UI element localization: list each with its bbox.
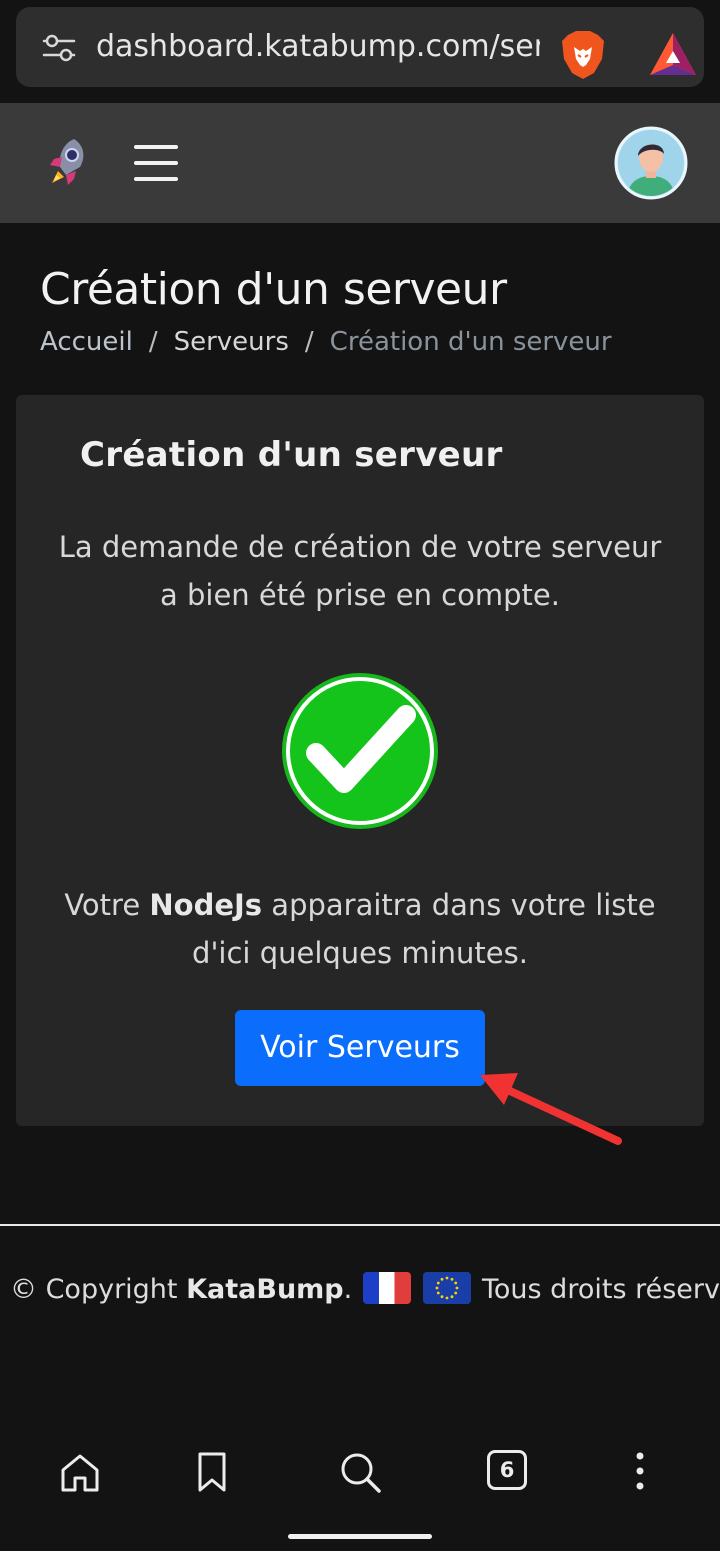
page-title: Création d'un serveur	[40, 264, 507, 315]
breadcrumb-separator: /	[304, 327, 314, 357]
copyright-text: © Copyright KataBump. Tous droits réserv…	[10, 1270, 720, 1310]
tune-icon[interactable]	[42, 33, 76, 63]
breadcrumb: Accueil / Serveurs / Création d'un serveur	[40, 325, 612, 359]
breadcrumb-current: Création d'un serveur	[329, 327, 612, 357]
url-text[interactable]: dashboard.katabump.com/serv	[96, 29, 540, 65]
card-title: Création d'un serveur	[80, 435, 503, 475]
annotation-arrow-icon	[480, 1073, 622, 1145]
availability-message: Votre NodeJs apparaitra dans votre liste…	[56, 881, 664, 977]
gesture-home-indicator	[288, 1534, 432, 1539]
availability-suffix: apparaitra dans votre liste d'ici quelqu…	[192, 888, 656, 970]
browser-bottom-bar: 6	[0, 1420, 720, 1551]
bookmark-icon[interactable]	[190, 1450, 234, 1494]
hamburger-menu-icon[interactable]	[132, 141, 180, 185]
home-icon[interactable]	[58, 1450, 102, 1494]
eu-flag-icon	[423, 1271, 472, 1304]
france-flag-icon	[362, 1271, 411, 1304]
copyright-prefix: © Copyright	[10, 1274, 187, 1305]
brand-name: KataBump	[186, 1274, 344, 1305]
server-creation-card: Création d'un serveur La demande de créa…	[16, 395, 704, 1126]
browser-top-bar: dashboard.katabump.com/serv	[0, 0, 720, 103]
copyright-period: .	[343, 1274, 353, 1305]
confirmation-message: La demande de création de votre serveur …	[58, 530, 662, 612]
site-header	[0, 103, 720, 223]
avatar-icon[interactable]	[614, 126, 688, 200]
bat-triangle-icon[interactable]	[648, 31, 698, 77]
address-bar[interactable]: dashboard.katabump.com/serv	[16, 7, 704, 87]
success-check-icon	[282, 673, 438, 829]
breadcrumb-separator: /	[148, 327, 158, 357]
footer-divider	[0, 1224, 720, 1226]
view-servers-button[interactable]: Voir Serveurs	[235, 1010, 485, 1086]
availability-prefix: Votre	[64, 888, 150, 922]
breadcrumb-home-link[interactable]: Accueil	[40, 327, 133, 357]
more-vertical-icon[interactable]	[618, 1450, 662, 1494]
server-type: NodeJs	[149, 888, 263, 922]
breadcrumb-servers-link[interactable]: Serveurs	[174, 327, 289, 357]
rocket-logo-icon[interactable]	[44, 135, 90, 191]
tabs-icon[interactable]: 6	[487, 1450, 527, 1490]
search-icon[interactable]	[338, 1450, 382, 1494]
brave-lion-icon[interactable]	[560, 29, 606, 81]
rights-text: Tous droits réservés	[482, 1274, 720, 1305]
